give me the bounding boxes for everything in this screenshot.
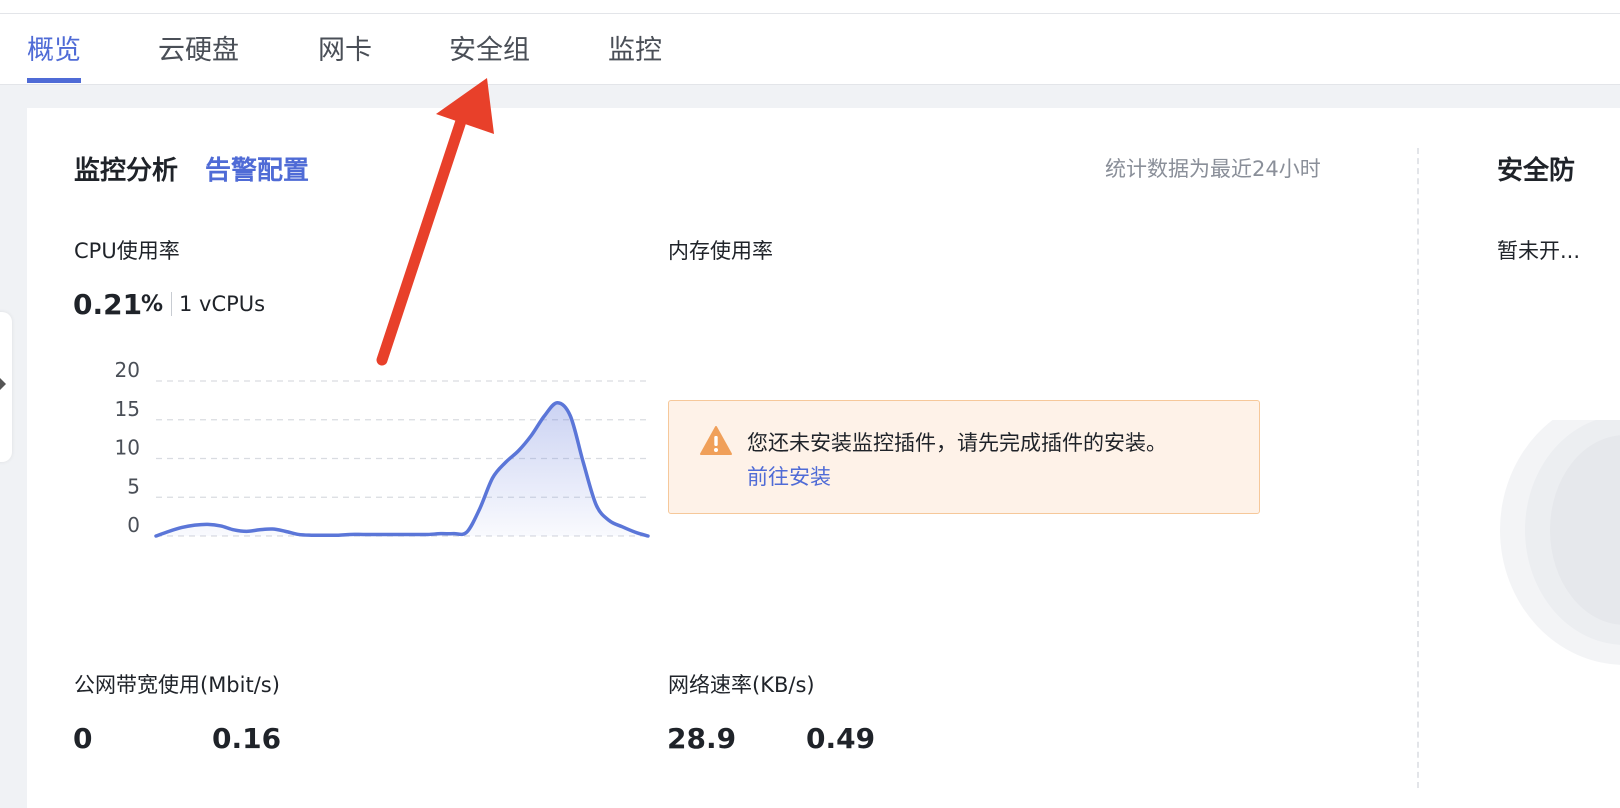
monitor-section-title: 监控分析	[74, 156, 179, 186]
cpu-usage-label: CPU使用率	[74, 239, 180, 263]
bandwidth-value-1: 0	[73, 722, 93, 755]
y-tick-label: 20	[115, 358, 140, 382]
y-tick-label: 0	[127, 513, 140, 537]
y-tick-label: 15	[115, 397, 140, 421]
expand-arrow-icon[interactable]	[0, 378, 6, 390]
active-tab-indicator	[27, 78, 81, 83]
tab-security-group[interactable]: 安全组	[449, 28, 530, 67]
security-panel-title: 安全防	[1497, 156, 1576, 186]
plugin-warning-notice: 您还未安装监控插件，请先完成插件的安装。 前往安装	[668, 400, 1260, 514]
tab-cloud-disk[interactable]: 云硬盘	[158, 28, 239, 67]
vcpu-count: 1 vCPUs	[179, 292, 266, 316]
warning-icon	[700, 426, 732, 455]
notice-message: 您还未安装监控插件，请先完成插件的安装。	[747, 431, 1167, 455]
cpu-usage-chart: 20 15 10 5 0	[115, 358, 650, 538]
alarm-config-link[interactable]: 告警配置	[205, 150, 309, 187]
bandwidth-usage-label: 公网带宽使用(Mbit/s)	[74, 673, 280, 697]
network-rate-value-2: 0.49	[806, 722, 876, 755]
stat-period-note: 统计数据为最近24小时	[1105, 157, 1321, 181]
empty-state-illustration	[1500, 420, 1620, 665]
network-rate-value-1: 28.9	[667, 722, 737, 755]
memory-usage-label: 内存使用率	[668, 239, 773, 263]
cpu-separator	[171, 292, 172, 316]
tab-monitor[interactable]: 监控	[608, 28, 662, 67]
tab-network-card[interactable]: 网卡	[318, 28, 372, 67]
y-tick-label: 10	[115, 436, 140, 460]
cpu-usage-unit: %	[141, 292, 164, 317]
tab-overview[interactable]: 概览	[27, 28, 81, 67]
install-plugin-link[interactable]: 前往安装	[747, 461, 831, 491]
bandwidth-value-2: 0.16	[212, 722, 282, 755]
y-tick-label: 5	[127, 474, 140, 498]
security-panel-subtitle: 暂未开...	[1497, 239, 1581, 263]
network-rate-label: 网络速率(KB/s)	[668, 673, 815, 697]
top-border	[0, 0, 1620, 14]
panel-divider	[1417, 148, 1419, 788]
tab-bar: 概览 云硬盘 网卡 安全组 监控	[0, 14, 1620, 85]
cpu-usage-value: 0.21	[73, 288, 143, 321]
